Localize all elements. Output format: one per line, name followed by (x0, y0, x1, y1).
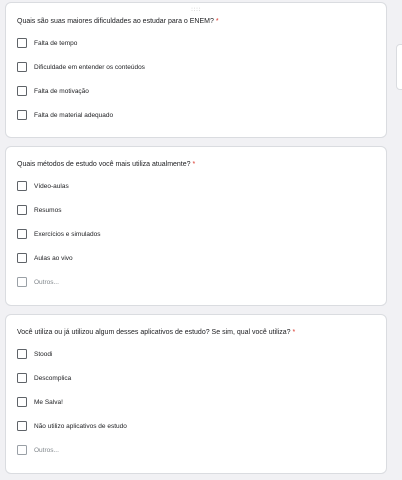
option-label: Vídeo-aulas (34, 182, 69, 190)
option-other-label: Outros... (34, 278, 59, 286)
question-card-study-apps: Você utiliza ou já utilizou algum desses… (5, 314, 387, 474)
option-video-aulas[interactable]: Vídeo-aulas (17, 180, 376, 192)
option-dificuldade-conteudos[interactable]: Dificuldade em entender os conteúdos (17, 61, 376, 73)
option-label: Exercícios e simulados (34, 230, 101, 238)
checkbox[interactable] (17, 110, 27, 120)
checkbox[interactable] (17, 277, 27, 287)
question-title-text: Você utiliza ou já utilizou algum desses… (17, 329, 291, 336)
drag-handle-icon[interactable]: :::: (191, 7, 201, 13)
option-me-salva[interactable]: Me Salva! (17, 396, 376, 408)
option-label: Falta de material adequado (34, 111, 114, 119)
checkbox[interactable] (17, 181, 27, 191)
option-label: Aulas ao vivo (34, 254, 73, 262)
option-label: Falta de motivação (34, 87, 89, 95)
option-aulas-ao-vivo[interactable]: Aulas ao vivo (17, 252, 376, 264)
question-title: Você utiliza ou já utilizou algum desses… (17, 328, 376, 337)
option-stoodi[interactable]: Stoodi (17, 348, 376, 360)
option-other-label: Outros... (34, 446, 59, 454)
checkbox[interactable] (17, 86, 27, 96)
option-label: Não utilizo aplicativos de estudo (34, 422, 127, 430)
checkbox[interactable] (17, 253, 27, 263)
option-resumos[interactable]: Resumos (17, 204, 376, 216)
floating-side-toolbar[interactable] (396, 44, 402, 90)
option-label: Dificuldade em entender os conteúdos (34, 63, 145, 71)
question-card-difficulties: :::: Quais são suas maiores dificuldades… (5, 2, 387, 138)
question-title: Quais são suas maiores dificuldades ao e… (17, 17, 376, 26)
option-descomplica[interactable]: Descomplica (17, 372, 376, 384)
required-asterisk: * (292, 329, 296, 336)
checkbox[interactable] (17, 229, 27, 239)
option-outros[interactable]: Outros... (17, 276, 376, 288)
option-falta-de-material[interactable]: Falta de material adequado (17, 109, 376, 121)
option-exercicios-simulados[interactable]: Exercícios e simulados (17, 228, 376, 240)
question-title-text: Quais são suas maiores dificuldades ao e… (17, 18, 214, 25)
question-card-study-methods: Quais métodos de estudo você mais utiliz… (5, 146, 387, 306)
checkbox[interactable] (17, 62, 27, 72)
option-outros[interactable]: Outros... (17, 444, 376, 456)
option-label: Me Salva! (34, 398, 63, 406)
option-label: Stoodi (34, 350, 53, 358)
option-label: Falta de tempo (34, 39, 78, 47)
question-title: Quais métodos de estudo você mais utiliz… (17, 160, 376, 169)
checkbox[interactable] (17, 205, 27, 215)
option-nao-utilizo[interactable]: Não utilizo aplicativos de estudo (17, 420, 376, 432)
option-label: Resumos (34, 206, 62, 214)
checkbox[interactable] (17, 349, 27, 359)
required-asterisk: * (215, 18, 219, 25)
required-asterisk: * (192, 161, 196, 168)
checkbox[interactable] (17, 397, 27, 407)
checkbox[interactable] (17, 38, 27, 48)
checkbox[interactable] (17, 445, 27, 455)
question-title-text: Quais métodos de estudo você mais utiliz… (17, 161, 191, 168)
checkbox[interactable] (17, 373, 27, 383)
option-falta-de-tempo[interactable]: Falta de tempo (17, 37, 376, 49)
checkbox[interactable] (17, 421, 27, 431)
option-label: Descomplica (34, 374, 72, 382)
option-falta-de-motivacao[interactable]: Falta de motivação (17, 85, 376, 97)
